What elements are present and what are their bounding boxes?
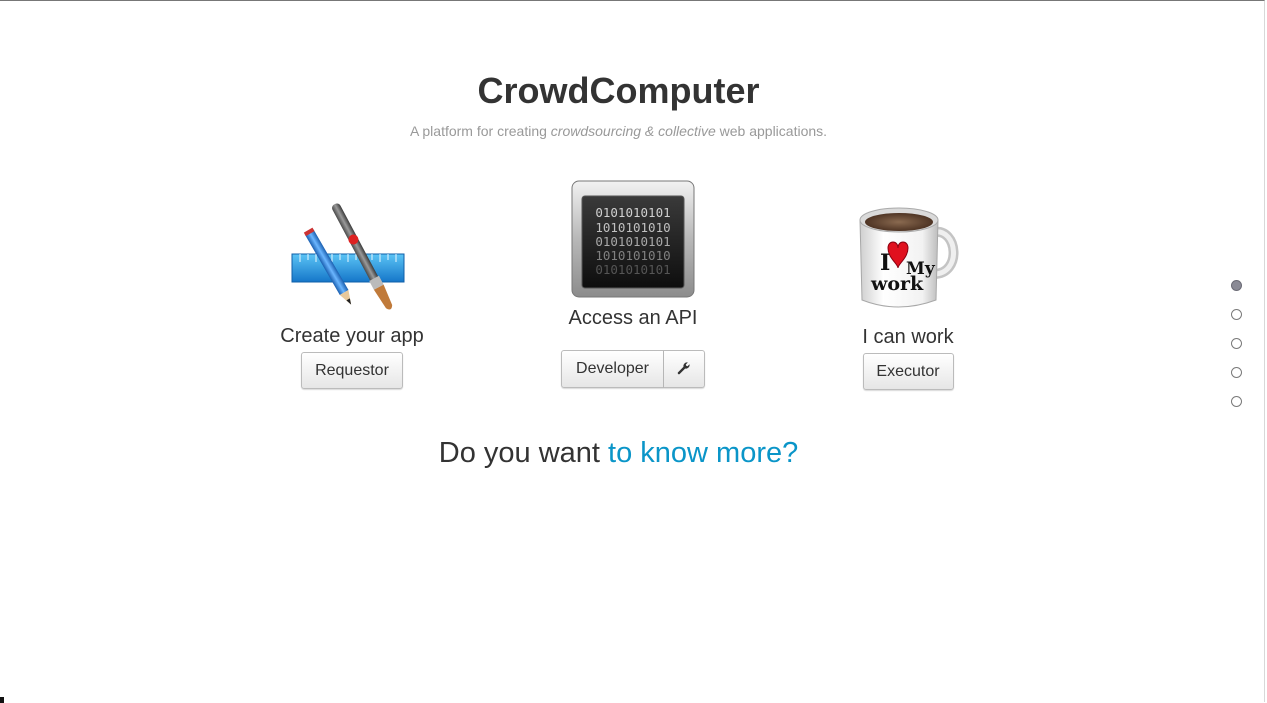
executor-card: I My work I can work Executor [820,202,996,390]
subtitle-prefix: A platform for creating [409,123,551,139]
binary-line-5: 0101010101 [595,262,670,277]
developer-button[interactable]: Developer [561,350,664,388]
section-pagination [1231,280,1242,425]
developer-label: Access an API [568,307,698,329]
executor-button[interactable]: Executor [862,353,954,390]
page-title: CrowdComputer [477,70,760,111]
developer-card: 0101010101 1010101010 0101010101 1010101… [547,180,719,388]
know-more-link[interactable]: to know more? [608,437,798,469]
app-design-icon [291,203,404,310]
window-corner [0,697,4,703]
subtitle-suffix: web applications. [715,123,828,139]
binary-terminal-icon: 0101010101 1010101010 0101010101 1010101… [571,180,695,298]
pagination-dot-2[interactable] [1231,309,1242,320]
developer-button-group: Developer [561,350,705,388]
subtitle-emphasis: crowdsourcing & collective [550,123,716,139]
requestor-card: Create your app Requestor [262,196,442,389]
binary-line-4: 1010101010 [595,248,670,263]
developer-settings-button[interactable] [664,350,705,388]
page-subtitle: A platform for creating crowdsourcing & … [0,123,1237,139]
wrench-icon [677,362,690,375]
requestor-button[interactable]: Requestor [301,352,403,389]
binary-line-2: 1010101010 [595,220,670,235]
pagination-dot-5[interactable] [1231,396,1242,407]
know-more-prefix: Do you want [438,437,609,469]
requestor-label: Create your app [280,325,424,347]
coffee-mug-icon: I My work [859,207,959,308]
binary-line-3: 0101010101 [595,234,670,249]
binary-line-1: 0101010101 [595,205,670,220]
executor-label: I can work [862,326,954,348]
pagination-dot-1[interactable] [1231,280,1242,291]
mug-text-work: work [870,273,924,295]
pagination-dot-3[interactable] [1231,338,1242,349]
know-more-heading: Do you want to know more? [0,437,1237,470]
pagination-dot-4[interactable] [1231,367,1242,378]
